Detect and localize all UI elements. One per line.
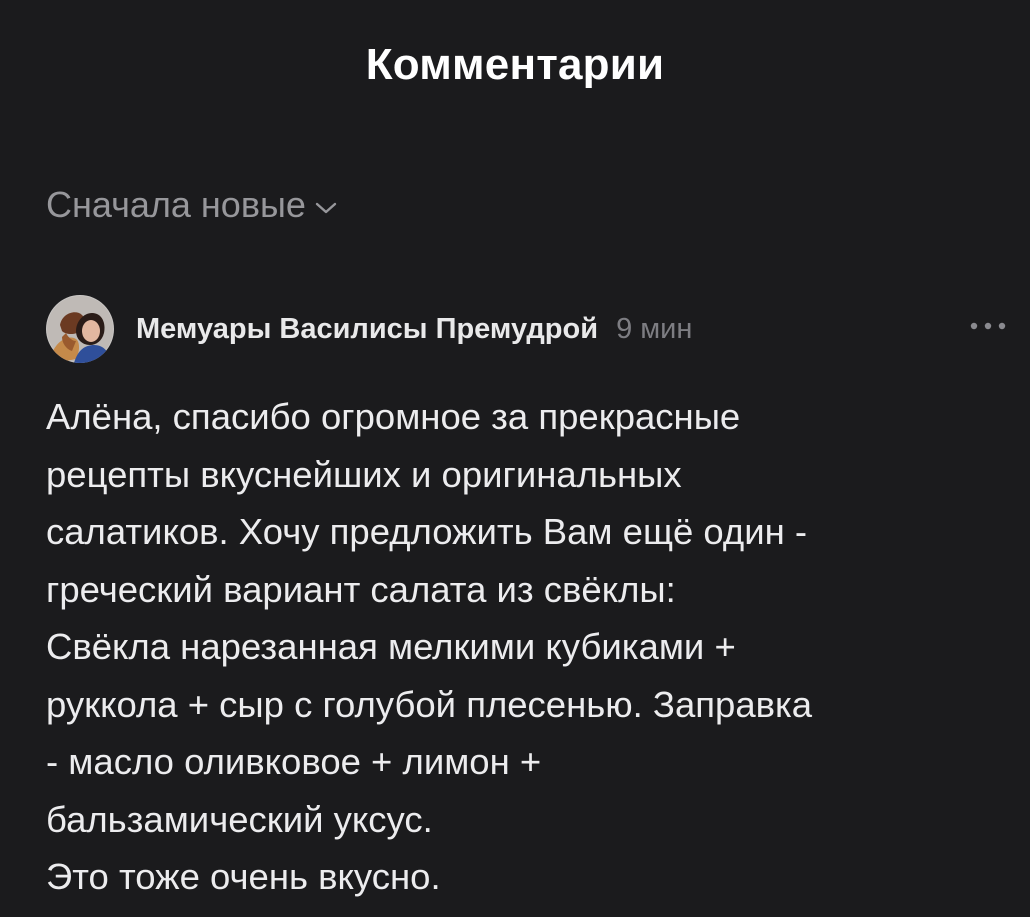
comment-line: греческий вариант салата из свёклы: [46,568,676,610]
comment-line: руккола + сыр с голубой плесенью. Заправ… [46,683,813,725]
comment-header: Мемуары Василисы Премудрой 9 мин [46,292,1030,366]
author-name[interactable]: Мемуары Василисы Премудрой [136,313,598,346]
comment-line: рецепты вкуснейших и оригинальных [46,453,682,495]
comment-line: Алёна, спасибо огромное за прекрасные [46,396,741,437]
sort-dropdown[interactable]: Сначала новые [46,184,338,226]
comments-screen: Комментарии Сначала новые Мемуары Васили… [0,0,1030,917]
comment-line: Свёкла нарезанная мелкими кубиками + [46,626,736,667]
more-dots-icon[interactable] [968,316,1008,336]
chevron-down-icon [315,202,337,214]
avatar-image [46,295,114,363]
comment-line: бальзамический уксус. [46,798,433,840]
comment-line: Это тоже очень вкусно. [46,856,441,897]
comment-text: Алёна, спасибо огромное за прекрасные ре… [46,388,1021,906]
comment-item: Мемуары Василисы Премудрой 9 мин Алёна, … [46,292,1030,906]
sort-label: Сначала новые [46,184,306,225]
comment-line: салатиков. Хочу предложить Вам ещё один … [46,511,808,552]
page-title: Комментарии [365,40,665,89]
comment-line: - масло оливковое + лимон + [46,741,542,782]
author-avatar[interactable] [46,295,114,363]
comment-time: 9 мин [616,312,693,345]
